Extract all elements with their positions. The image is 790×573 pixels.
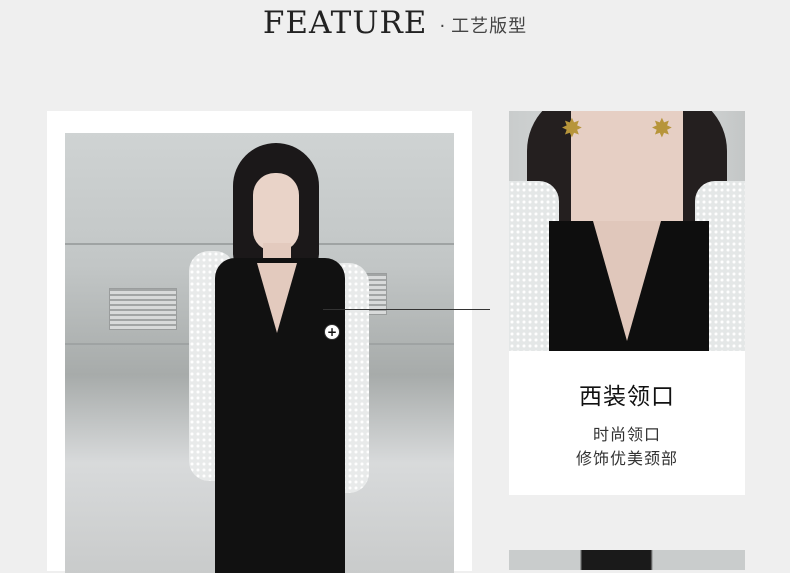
blazer-neckline xyxy=(257,263,297,333)
section-header: FEATURE · 工艺版型 xyxy=(0,0,790,40)
star-earring-icon: ✸ xyxy=(651,114,673,144)
feature-subheading: 工艺版型 xyxy=(451,16,528,37)
next-feature-card xyxy=(509,550,745,570)
star-earring-icon: ✸ xyxy=(561,114,583,144)
feature-detail-card: ✸ ✸ 西装领口 时尚领口 修饰优美颈部 xyxy=(509,111,745,495)
feature-desc-line: 时尚领口 xyxy=(592,425,661,444)
feature-title: 西装领口 xyxy=(579,384,675,410)
collar-hotspot-icon[interactable]: + xyxy=(324,324,340,340)
model-full-photo: + xyxy=(65,133,454,573)
feature-heading: FEATURE xyxy=(262,5,428,41)
collar-closeup-photo: ✸ ✸ xyxy=(509,111,745,351)
feature-desc-line: 修饰优美颈部 xyxy=(575,449,678,468)
model-face xyxy=(253,173,299,251)
wall-vent xyxy=(109,288,177,330)
callout-line xyxy=(323,309,490,310)
feature-description: 时尚领口 修饰优美颈部 xyxy=(509,423,745,471)
closeup-neckline xyxy=(593,221,661,341)
heading-separator: · xyxy=(439,16,446,37)
main-photo-card: + xyxy=(47,111,472,573)
next-feature-photo xyxy=(509,550,745,570)
